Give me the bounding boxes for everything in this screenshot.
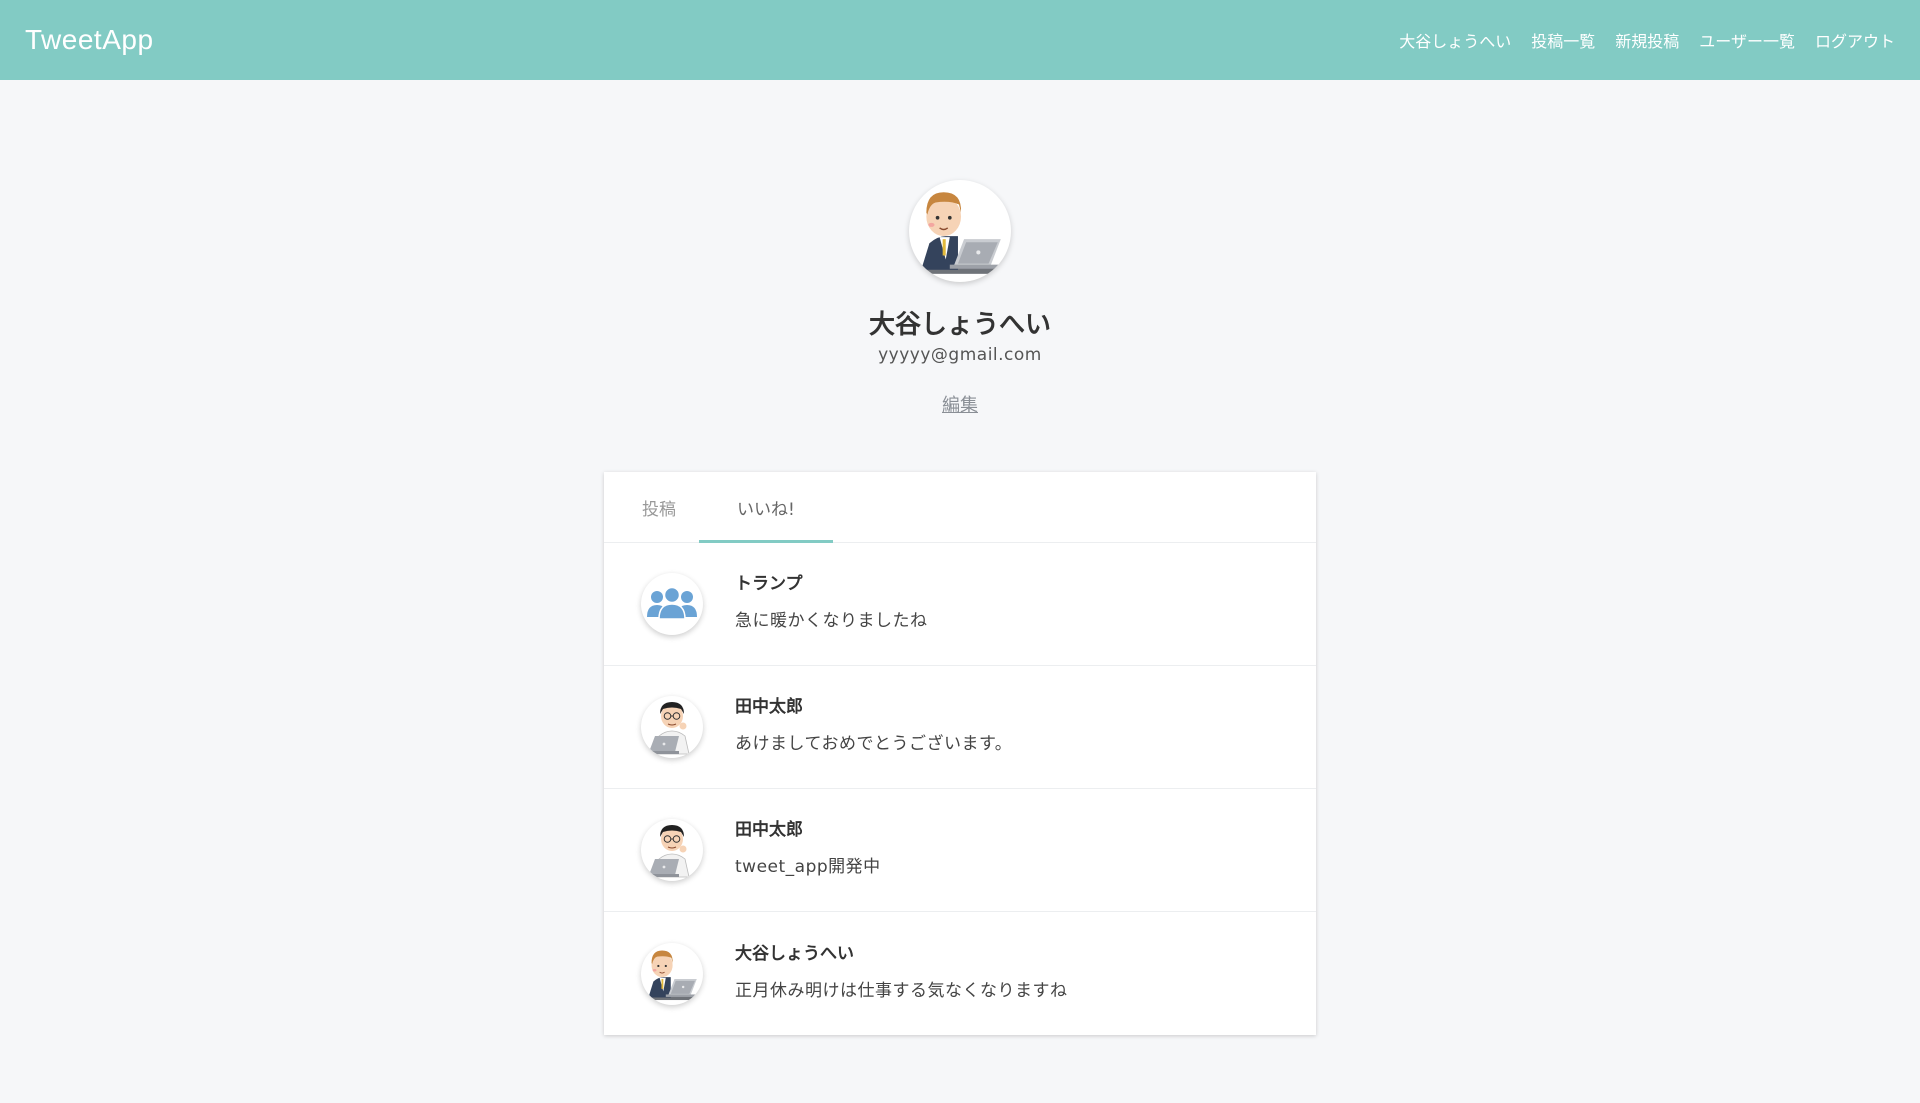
nav-item-logout[interactable]: ログアウト (1815, 28, 1895, 52)
nav-item-new-post[interactable]: 新規投稿 (1615, 28, 1679, 52)
post-body: 大谷しょうへい 正月休み明けは仕事する気なくなりますね (735, 939, 1068, 1001)
post-text: tweet_app開発中 (735, 857, 881, 877)
man-glasses-laptop-icon (647, 702, 690, 755)
post-avatar[interactable] (641, 819, 703, 881)
user-activity-card: 投稿 いいね! トランプ 急に暖かくなりましたね 田中太郎 あけましておめでとう… (604, 472, 1316, 1035)
edit-profile-link[interactable]: 編集 (942, 391, 978, 417)
liked-post[interactable]: トランプ 急に暖かくなりましたね (604, 543, 1316, 666)
tab-posts[interactable]: 投稿 (619, 472, 699, 542)
liked-post[interactable]: 田中太郎 tweet_app開発中 (604, 789, 1316, 912)
profile-email: yyyyy@gmail.com (878, 345, 1042, 365)
profile-avatar (909, 180, 1011, 282)
nav-item-users[interactable]: ユーザー一覧 (1699, 28, 1795, 52)
post-body: 田中太郎 あけましておめでとうございます。 (735, 692, 1012, 754)
nav-item-my-profile[interactable]: 大谷しょうへい (1399, 28, 1511, 52)
post-body: トランプ 急に暖かくなりましたね (735, 569, 928, 631)
post-avatar[interactable] (641, 573, 703, 635)
users-group-icon (647, 586, 697, 620)
post-text: 急に暖かくなりましたね (735, 611, 928, 631)
post-author[interactable]: 大谷しょうへい (735, 939, 1068, 964)
app-logo[interactable]: TweetApp (25, 24, 154, 56)
liked-post[interactable]: 田中太郎 あけましておめでとうございます。 (604, 666, 1316, 789)
post-text: 正月休み明けは仕事する気なくなりますね (735, 980, 1068, 1001)
post-body: 田中太郎 tweet_app開発中 (735, 815, 881, 877)
post-avatar[interactable] (641, 696, 703, 758)
businessman-laptop-icon (647, 949, 697, 1000)
header-nav: 大谷しょうへい 投稿一覧 新規投稿 ユーザー一覧 ログアウト (1399, 28, 1895, 52)
businessman-laptop-icon (919, 192, 1001, 274)
liked-post[interactable]: 大谷しょうへい 正月休み明けは仕事する気なくなりますね (604, 912, 1316, 1035)
post-avatar[interactable] (641, 942, 703, 1005)
profile-name: 大谷しょうへい (868, 310, 1051, 340)
tab-likes[interactable]: いいね! (699, 472, 833, 543)
post-author[interactable]: トランプ (735, 569, 928, 594)
nav-item-posts[interactable]: 投稿一覧 (1531, 28, 1595, 52)
post-text: あけましておめでとうございます。 (735, 734, 1013, 754)
user-profile: 大谷しょうへい yyyyy@gmail.com 編集 (0, 180, 1920, 417)
activity-tabs: 投稿 いいね! (604, 472, 1316, 543)
post-author[interactable]: 田中太郎 (735, 815, 881, 840)
app-header: TweetApp 大谷しょうへい 投稿一覧 新規投稿 ユーザー一覧 ログアウト (0, 0, 1920, 80)
post-author[interactable]: 田中太郎 (735, 692, 1012, 717)
man-glasses-laptop-icon (647, 825, 690, 878)
